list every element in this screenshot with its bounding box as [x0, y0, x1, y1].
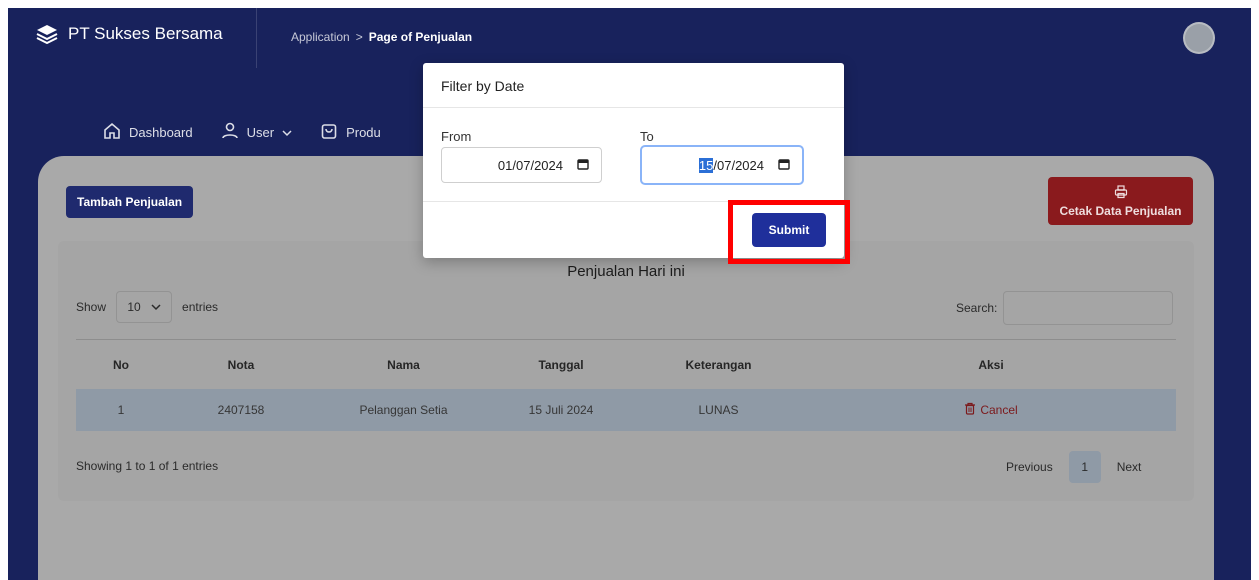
nav-user[interactable]: User: [221, 122, 292, 143]
column-header[interactable]: Nota: [166, 358, 316, 372]
to-date-value: 15/07/2024: [698, 157, 764, 173]
from-date-value: 01/07/2024: [497, 157, 563, 173]
breadcrumb-current: Page of Penjualan: [368, 30, 473, 44]
layers-icon: [36, 24, 58, 44]
to-label: To: [640, 129, 654, 144]
page-button-1[interactable]: 1: [1068, 451, 1101, 483]
cancel-button[interactable]: Cancel: [964, 402, 1018, 418]
table-search: Search:: [956, 291, 1174, 325]
entries-label: entries: [182, 300, 219, 314]
column-header[interactable]: Keterangan: [631, 358, 806, 372]
breadcrumb-separator: >: [355, 30, 363, 44]
add-sale-button[interactable]: Tambah Penjualan: [66, 186, 194, 218]
from-date-input[interactable]: 01/07/2024: [441, 147, 602, 183]
search-label: Search:: [956, 301, 998, 315]
nav-product-label: Produ: [346, 125, 381, 140]
entries-length: Show 10 entries: [76, 291, 218, 323]
entries-value: 10: [127, 300, 141, 314]
brand[interactable]: PT Sukses Bersama: [36, 24, 223, 44]
avatar[interactable]: [1183, 22, 1215, 54]
to-date-input[interactable]: 15/07/2024: [640, 145, 804, 185]
breadcrumb: Application > Page of Penjualan: [291, 30, 472, 44]
previous-button[interactable]: Previous: [1006, 460, 1053, 474]
breadcrumb-parent[interactable]: Application: [291, 30, 350, 44]
sales-table-card: Penjualan Hari ini Show 10 entries Searc…: [58, 241, 1194, 501]
to-date-rest: /07/2024: [713, 157, 764, 173]
nav-user-label: User: [246, 125, 275, 140]
home-icon: [103, 122, 121, 143]
bag-icon: [320, 122, 338, 143]
print-sales-button[interactable]: Cetak Data Penjualan: [1048, 177, 1193, 225]
cancel-label: Cancel: [980, 403, 1018, 417]
header-divider: [256, 8, 257, 68]
table-header: No Nota Nama Tanggal Keterangan Aksi: [76, 339, 1176, 389]
next-button[interactable]: Next: [1117, 460, 1142, 474]
calendar-icon[interactable]: [577, 158, 589, 173]
calendar-icon[interactable]: [778, 158, 790, 173]
cell-nama: Pelanggan Setia: [359, 403, 448, 417]
submit-button[interactable]: Submit: [752, 213, 826, 247]
table-title: Penjualan Hari ini: [567, 263, 685, 280]
printer-icon: [1114, 184, 1128, 202]
modal-title: Filter by Date: [441, 78, 525, 94]
nav-dashboard[interactable]: Dashboard: [103, 122, 193, 143]
from-label: From: [441, 129, 472, 144]
chevron-down-icon: [282, 125, 292, 140]
search-input[interactable]: [1003, 291, 1174, 325]
filter-date-modal: Filter by Date From 01/07/2024 To 15/07/…: [423, 63, 850, 264]
print-sales-label: Cetak Data Penjualan: [1059, 203, 1182, 218]
main-nav: Dashboard User Produ: [103, 122, 381, 143]
cell-tanggal: 15 Juli 2024: [528, 403, 594, 417]
cell-keterangan: LUNAS: [698, 403, 739, 417]
column-header[interactable]: Aksi: [806, 358, 1176, 372]
trash-icon: [964, 402, 976, 418]
page: PT Sukses Bersama Application > Page of …: [0, 0, 1259, 580]
column-header[interactable]: Tanggal: [491, 358, 631, 372]
cell-nota: 2407158: [217, 403, 265, 417]
pagination: Previous 1 Next: [1006, 451, 1141, 483]
modal-divider: [423, 107, 844, 108]
table-info: Showing 1 to 1 of 1 entries: [76, 459, 219, 473]
cell-aksi: Cancel: [806, 402, 1176, 418]
chevron-down-icon: [151, 300, 161, 314]
user-icon: [221, 122, 239, 143]
table-row: 1 2407158 Pelanggan Setia 15 Juli 2024 L…: [76, 389, 1176, 431]
show-label: Show: [76, 300, 107, 314]
cell-no: 1: [117, 403, 125, 417]
column-header[interactable]: No: [76, 358, 166, 372]
column-header[interactable]: Nama: [316, 358, 491, 372]
to-day-selected: 15: [698, 157, 714, 173]
entries-select[interactable]: 10: [116, 291, 173, 323]
brand-name: PT Sukses Bersama: [68, 24, 223, 43]
nav-dashboard-label: Dashboard: [129, 125, 193, 140]
nav-product[interactable]: Produ: [320, 122, 381, 143]
